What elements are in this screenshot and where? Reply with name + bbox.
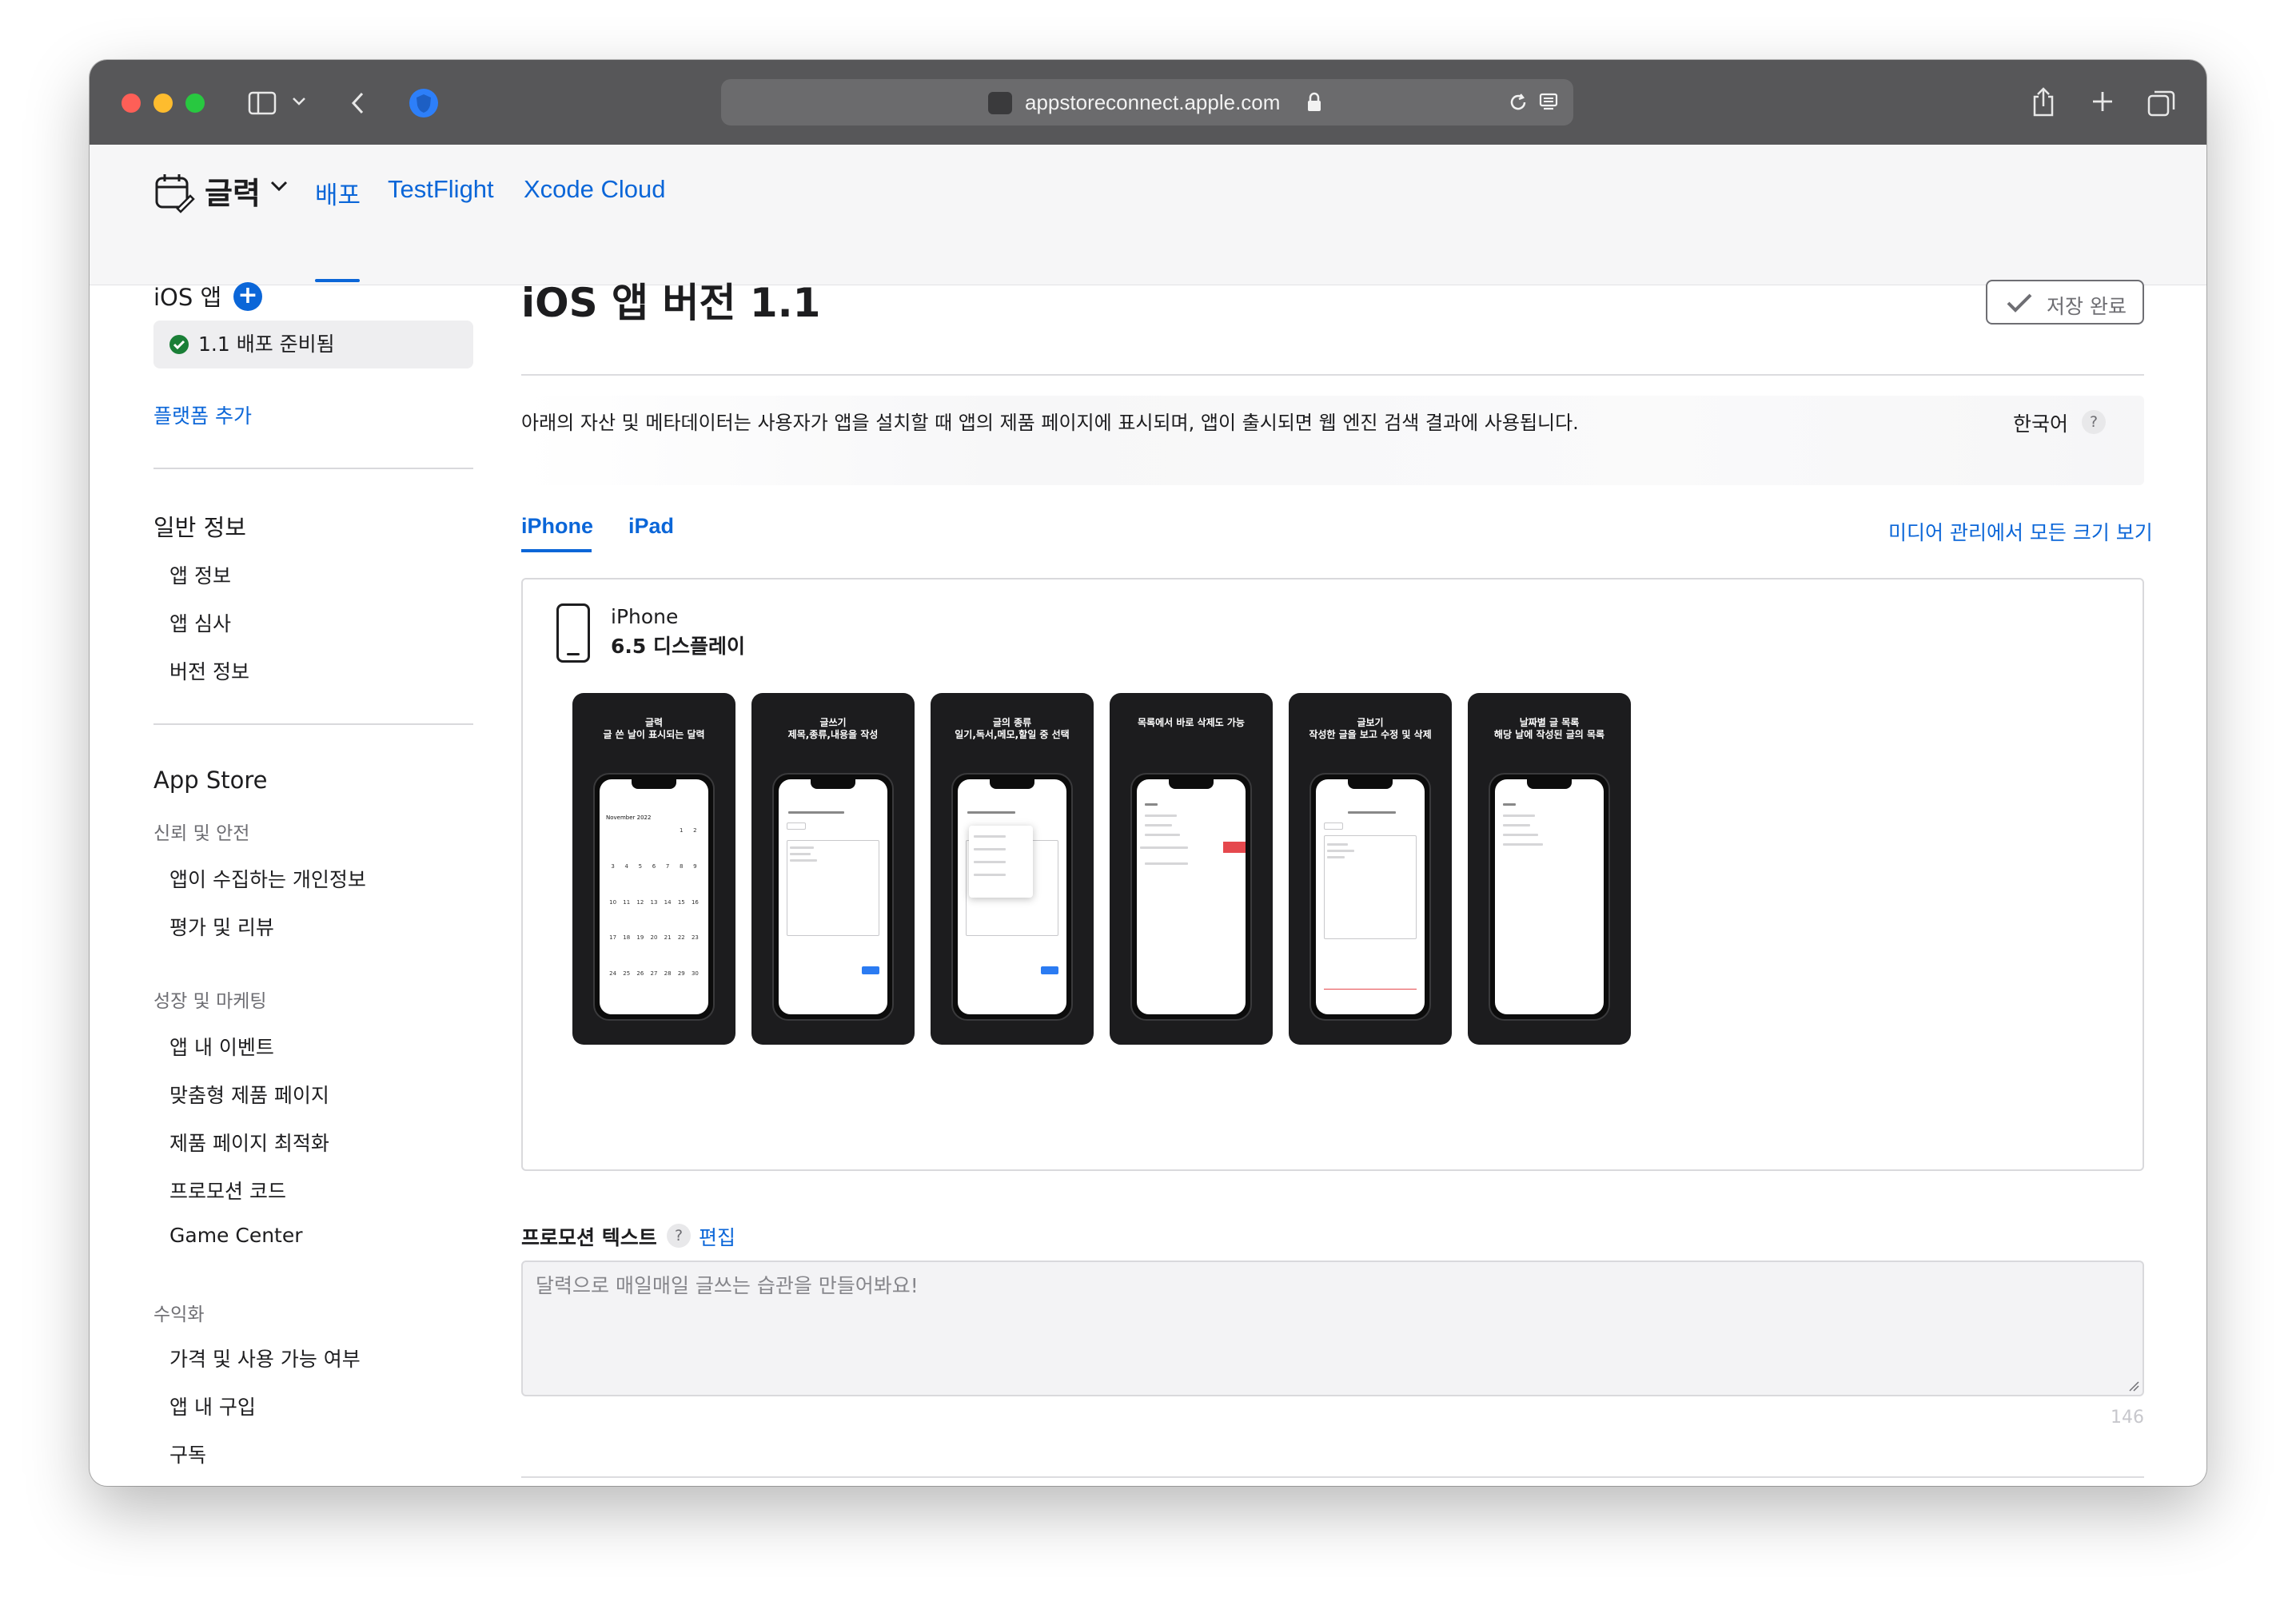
title-divider xyxy=(521,374,2144,376)
browser-toolbar: appstoreconnect.apple.com xyxy=(90,60,2206,145)
active-tab-indicator xyxy=(315,279,360,282)
screenshot-panel: iPhone 6.5 디스플레이 글력 글 쓴 날이 표시되는 달력 Novemb… xyxy=(521,578,2144,1171)
promo-text-value: 달력으로 매일매일 글쓰는 습관을 만들어봐요! xyxy=(536,1274,919,1297)
sidebar-divider xyxy=(153,723,473,725)
sidebar-item-custom-pages[interactable]: 맞춤형 제품 페이지 xyxy=(169,1080,329,1109)
promo-text-field[interactable]: 달력으로 매일매일 글쓰는 습관을 만들어봐요! xyxy=(521,1261,2144,1396)
sidebar-item-page-optimization[interactable]: 제품 페이지 최적화 xyxy=(169,1128,329,1157)
device-name: iPhone xyxy=(611,605,679,628)
close-window-button[interactable] xyxy=(122,94,141,113)
version-status-label: 1.1 배포 준비됨 xyxy=(198,333,335,356)
save-button-label: 저장 완료 xyxy=(2047,295,2127,318)
save-button[interactable]: 저장 완료 xyxy=(1986,280,2144,325)
calendar-month-label: November 2022 xyxy=(606,814,652,821)
app-header: 글력 배포 TestFlight Xcode Cloud xyxy=(90,145,2206,285)
app-store-heading: App Store xyxy=(153,767,268,794)
sidebar-item-ratings[interactable]: 평가 및 리뷰 xyxy=(169,912,274,941)
screenshot-caption: 목록에서 바로 삭제도 가능 xyxy=(1138,717,1245,728)
device-display-size: 6.5 디스플레이 xyxy=(611,635,745,658)
iphone-icon xyxy=(556,603,590,663)
sidebar-item-promo-codes[interactable]: 프로모션 코드 xyxy=(169,1176,286,1205)
media-manager-link[interactable]: 미디어 관리에서 모든 크기 보기 xyxy=(1888,517,2153,546)
growth-category-label: 성장 및 마케팅 xyxy=(153,991,267,1012)
add-platform-link[interactable]: 플랫폼 추가 xyxy=(153,400,252,429)
tab-iphone[interactable]: iPhone xyxy=(521,514,593,539)
url-text: appstoreconnect.apple.com xyxy=(1025,90,1281,114)
minimize-window-button[interactable] xyxy=(153,94,173,113)
add-version-icon[interactable]: + xyxy=(233,282,262,311)
section-divider xyxy=(521,1476,2144,1478)
address-bar[interactable]: appstoreconnect.apple.com xyxy=(721,79,1573,125)
sidebar-item-pricing[interactable]: 가격 및 사용 가능 여부 xyxy=(169,1344,361,1372)
screenshot-subcaption: 제목,종류,내용을 작성 xyxy=(787,729,879,740)
sidebar-item-game-center[interactable]: Game Center xyxy=(169,1224,303,1247)
device-tab-indicator xyxy=(521,549,592,552)
privacy-shield-icon[interactable] xyxy=(406,86,441,121)
browser-window: appstoreconnect.apple.com 글력 배포 TestFlig… xyxy=(90,60,2206,1486)
check-circle-icon xyxy=(169,335,189,354)
sidebar-item-app-review[interactable]: 앱 심사 xyxy=(169,608,231,637)
sidebar-toggle-icon[interactable] xyxy=(246,87,278,119)
calendar-grid: 12 3456789 10 11 12 13 14 15 16 17 18 19 20 21 22 23… xyxy=(609,827,699,978)
sidebar-item-in-app-events[interactable]: 앱 내 이벤트 xyxy=(169,1032,274,1061)
screenshot-caption: 글력 xyxy=(644,717,664,728)
screenshot-subcaption: 글 쓴 날이 표시되는 달력 xyxy=(603,729,705,740)
general-info-heading: 일반 정보 xyxy=(153,514,246,541)
screenshot-subcaption: 해당 날에 작성된 글의 목록 xyxy=(1493,729,1605,740)
tab-overview-icon[interactable] xyxy=(2144,86,2179,121)
share-icon[interactable] xyxy=(2027,82,2059,121)
chevron-down-icon[interactable] xyxy=(289,92,309,111)
app-logo-icon[interactable] xyxy=(153,172,195,213)
sidebar-divider xyxy=(153,468,473,469)
checkmark-icon xyxy=(2005,291,2034,315)
metadata-description: 아래의 자산 및 메타데이터는 사용자가 앱을 설치할 때 앱의 제품 페이지에… xyxy=(521,412,1579,434)
screenshot-caption: 글보기 xyxy=(1357,717,1384,728)
sidebar-item-app-info[interactable]: 앱 정보 xyxy=(169,560,231,589)
monetize-category-label: 수익화 xyxy=(153,1304,205,1325)
language-help-icon[interactable]: ? xyxy=(2082,410,2106,434)
site-favicon-icon xyxy=(988,92,1012,114)
sidebar-item-privacy[interactable]: 앱이 수집하는 개인정보 xyxy=(169,864,366,893)
app-name[interactable]: 글력 xyxy=(205,169,261,213)
promo-char-count: 146 xyxy=(2111,1408,2144,1428)
promo-text-label: 프로모션 텍스트 xyxy=(521,1226,657,1249)
tab-distribution[interactable]: 배포 xyxy=(315,175,361,211)
reader-icon[interactable] xyxy=(1537,90,1561,114)
screenshot-thumbnail[interactable]: 목록에서 바로 삭제도 가능 xyxy=(1110,693,1273,1045)
screenshot-subcaption: 일기,독서,메모,할일 중 선택 xyxy=(955,729,1070,740)
tab-ipad[interactable]: iPad xyxy=(628,514,674,539)
app-switcher-chevron-icon[interactable] xyxy=(270,180,288,195)
sidebar-item-subscriptions[interactable]: 구독 xyxy=(169,1440,206,1468)
sidebar-item-in-app-purchase[interactable]: 앱 내 구입 xyxy=(169,1392,256,1420)
screenshot-thumbnail[interactable]: 글보기 작성한 글을 보고 수정 및 삭제 xyxy=(1289,693,1452,1045)
lock-icon xyxy=(1305,90,1324,114)
trust-category-label: 신뢰 및 안전 xyxy=(153,823,250,844)
tab-testflight[interactable]: TestFlight xyxy=(388,175,494,204)
screenshot-caption: 날짜별 글 목록 xyxy=(1519,717,1580,728)
promo-help-icon[interactable]: ? xyxy=(667,1224,691,1248)
reload-icon[interactable] xyxy=(1506,90,1530,114)
ios-app-heading: iOS 앱 xyxy=(153,284,222,311)
sidebar-item-version-info[interactable]: 버전 정보 xyxy=(169,656,249,685)
tab-xcode-cloud[interactable]: Xcode Cloud xyxy=(524,175,666,204)
new-tab-icon[interactable] xyxy=(2087,86,2119,117)
promo-edit-link[interactable]: 편집 xyxy=(699,1222,735,1251)
zoom-window-button[interactable] xyxy=(185,94,205,113)
resize-handle-icon[interactable] xyxy=(2128,1380,2139,1392)
page-title: iOS 앱 버전 1.1 xyxy=(521,280,821,326)
screenshot-caption: 글쓰기 xyxy=(819,717,847,728)
screenshot-thumbnail[interactable]: 날짜별 글 목록 해당 날에 작성된 글의 목록 xyxy=(1468,693,1631,1045)
screenshot-caption: 글의 종류 xyxy=(992,717,1032,728)
language-selector[interactable]: 한국어 xyxy=(2013,408,2068,437)
screenshot-thumbnail[interactable]: 글의 종류 일기,독서,메모,할일 중 선택 xyxy=(931,693,1094,1045)
screenshot-subcaption: 작성한 글을 보고 수정 및 삭제 xyxy=(1309,729,1432,740)
screenshot-thumbnail[interactable]: 글력 글 쓴 날이 표시되는 달력 November 2022 12 345678… xyxy=(572,693,735,1045)
screenshot-thumbnail[interactable]: 글쓰기 제목,종류,내용을 작성 xyxy=(751,693,915,1045)
back-icon[interactable] xyxy=(345,87,369,119)
